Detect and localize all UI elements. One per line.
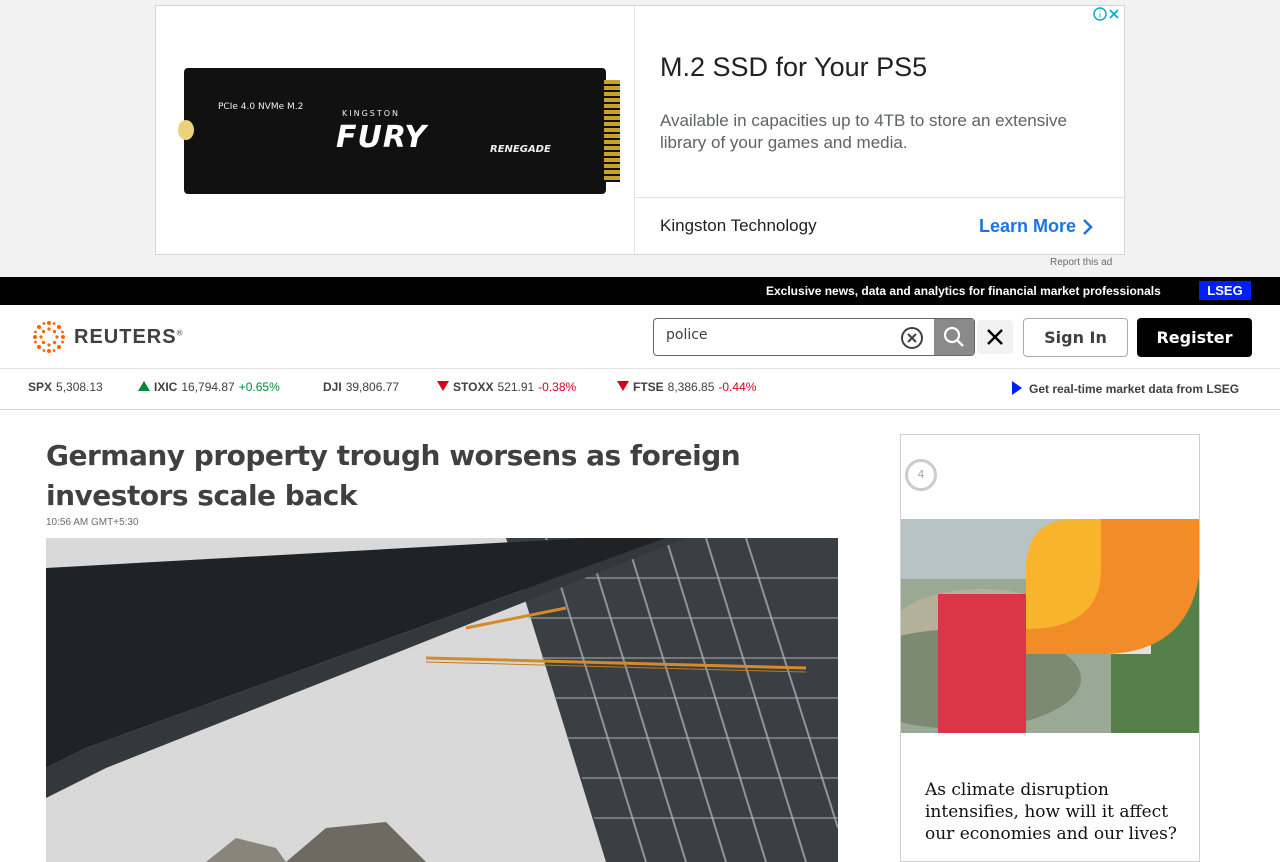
reuters-logo[interactable]: REUTERS® [28, 320, 183, 354]
arrow-down-icon [617, 381, 629, 391]
top-ad-area: PCIe 4.0 NVMe M.2 KINGSTON FURY RENEGADE… [0, 0, 1280, 277]
top-ad-banner[interactable]: PCIe 4.0 NVMe M.2 KINGSTON FURY RENEGADE… [155, 5, 1125, 255]
lseg-promo-bar[interactable]: Exclusive news, data and analytics for f… [0, 277, 1280, 305]
ticker-value: 8,386.85 [667, 380, 715, 394]
ticker-symbol: IXIC [154, 380, 178, 394]
site-header: REUTERS® Sign In Register [0, 305, 1280, 369]
ticker-item-dji[interactable]: DJI 39,806.77 [323, 380, 399, 394]
ad-advertiser[interactable]: Kingston Technology [660, 216, 817, 236]
article-timestamp: 10:56 AM GMT+5:30 [46, 517, 139, 528]
arrow-down-icon [437, 381, 449, 391]
clear-search-icon[interactable] [901, 327, 923, 349]
registered-mark: ® [176, 327, 184, 337]
ssd-screw [178, 120, 194, 140]
search-input[interactable] [666, 327, 886, 343]
ssd-model-label: RENEGADE [490, 144, 551, 155]
learn-more-button[interactable]: Learn More [979, 216, 1076, 237]
ad-title[interactable]: M.2 SSD for Your PS5 [660, 52, 927, 83]
article-photo[interactable] [46, 538, 838, 862]
ticker-change: +0.65% [238, 380, 280, 394]
article-headline: Germany property trough worsens as forei… [46, 439, 741, 512]
ticker-change: -0.38% [538, 380, 577, 394]
reuters-logo-icon [33, 321, 65, 353]
ad-product-image[interactable]: PCIe 4.0 NVMe M.2 KINGSTON FURY RENEGADE [156, 6, 634, 254]
ssd-brand-label: KINGSTON [342, 109, 401, 118]
side-ad-image[interactable] [901, 519, 1199, 733]
lseg-logo[interactable]: LSEG [1199, 281, 1251, 300]
ssd-interface-label: PCIe 4.0 NVMe M.2 [218, 102, 304, 112]
ticker-item-spx[interactable]: SPX 5,308.13 [28, 380, 103, 394]
ticker-value: 39,806.77 [345, 380, 400, 394]
realtime-data-label: Get real-time market data from LSEG [1029, 382, 1240, 396]
article-photo-illustration [46, 538, 838, 862]
ticker-value: 521.91 [497, 380, 535, 394]
ticker-item-ftse[interactable]: FTSE 8,386.85 -0.44% [617, 380, 756, 394]
play-icon [1012, 381, 1022, 395]
lseg-promo-text[interactable]: Exclusive news, data and analytics for f… [766, 284, 1161, 298]
search-box[interactable] [653, 318, 975, 356]
sign-in-button[interactable]: Sign In [1023, 318, 1128, 357]
register-button[interactable]: Register [1137, 318, 1252, 357]
market-ticker: SPX 5,308.13 IXIC 16,794.87 +0.65% DJI 39,80… [0, 369, 1280, 410]
ticker-symbol: STOXX [453, 380, 494, 394]
arrow-up-icon [138, 381, 150, 391]
chevron-right-icon[interactable] [1082, 218, 1094, 241]
adchoices-icon[interactable]: i [1092, 6, 1124, 22]
ad-text-panel[interactable]: M.2 SSD for Your PS5 Available in capaci… [634, 6, 1124, 198]
close-icon [987, 329, 1003, 345]
ticker-change: -0.44% [718, 380, 757, 394]
side-ad[interactable]: 4 As climate disruption intensifies, how… [900, 434, 1200, 862]
ssd-product-label: FURY [336, 120, 427, 155]
ticker-symbol: DJI [323, 380, 342, 394]
svg-text:i: i [1099, 11, 1102, 21]
ticker-symbol: FTSE [633, 380, 664, 394]
side-ad-illustration [901, 519, 1199, 733]
ticker-symbol: SPX [28, 380, 53, 394]
ad-count-badge: 4 [905, 459, 937, 491]
search-button[interactable] [934, 319, 974, 355]
ad-description[interactable]: Available in capacities up to 4TB to sto… [660, 110, 1110, 154]
ssd-connector [604, 80, 620, 182]
ticker-item-stoxx[interactable]: STOXX 521.91 -0.38% [437, 380, 576, 394]
ticker-value: 5,308.13 [56, 380, 103, 394]
ticker-item-ixic[interactable]: IXIC 16,794.87 +0.65% [138, 380, 280, 394]
ad-footer[interactable]: Kingston Technology Learn More [634, 198, 1124, 254]
close-search-button[interactable] [977, 320, 1013, 354]
side-ad-caption[interactable]: As climate disruption intensifies, how w… [925, 779, 1185, 845]
realtime-data-link[interactable]: Get real-time market data from LSEG [1012, 381, 1239, 396]
search-icon [943, 326, 964, 347]
report-ad-link[interactable]: Report this ad [1050, 257, 1112, 268]
reuters-logo-text: REUTERS [74, 325, 177, 348]
ssd-illustration: PCIe 4.0 NVMe M.2 KINGSTON FURY RENEGADE [178, 68, 620, 194]
ticker-value: 16,794.87 [181, 380, 235, 394]
